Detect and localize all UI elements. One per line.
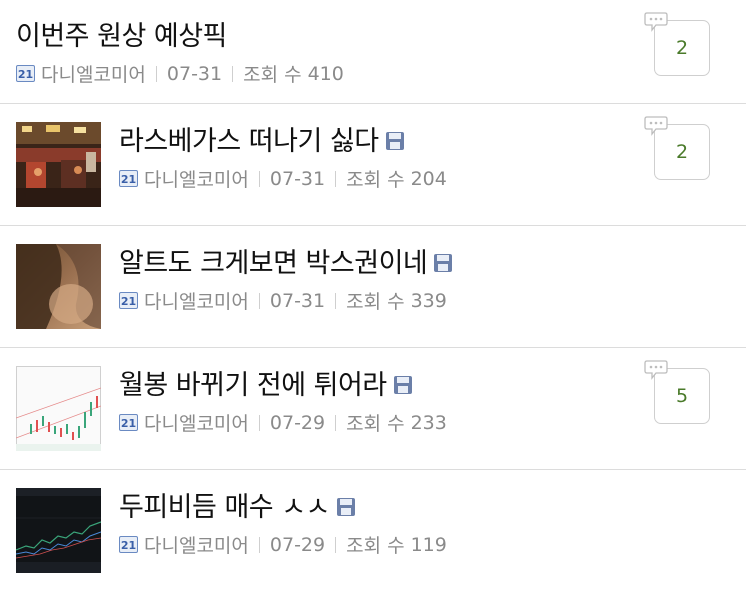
post-meta: 21 다니엘코미어 07-31 조회 수 339 <box>119 287 447 314</box>
views-label: 조회 수 <box>243 64 302 86</box>
member-level-icon: 21 <box>119 170 138 187</box>
member-level-icon: 21 <box>119 414 138 431</box>
post-item[interactable]: 알트도 크게보면 박스권이네 21 다니엘코미어 07-31 조회 수 339 <box>0 226 746 348</box>
post-item[interactable]: 월봉 바뀌기 전에 튀어라 21 다니엘코미어 07-29 조회 수 233 5 <box>0 348 746 470</box>
meta-divider <box>155 65 157 82</box>
comment-count-badge[interactable]: 5 <box>644 360 710 424</box>
post-title-text: 월봉 바뀌기 전에 튀어라 <box>119 370 387 401</box>
post-date: 07-31 <box>269 167 326 190</box>
post-title[interactable]: 라스베가스 떠나기 싫다 <box>119 119 405 158</box>
post-title-text: 라스베가스 떠나기 싫다 <box>119 126 379 157</box>
image-attachment-icon <box>434 253 453 272</box>
post-author[interactable]: 다니엘코미어 <box>144 165 249 192</box>
post-title[interactable]: 월봉 바뀌기 전에 튀어라 <box>119 363 413 402</box>
member-level-icon: 21 <box>119 292 138 309</box>
post-item[interactable]: 라스베가스 떠나기 싫다 21 다니엘코미어 07-31 조회 수 204 2 <box>0 104 746 226</box>
meta-divider <box>232 65 234 82</box>
image-attachment-icon <box>393 375 412 394</box>
post-title-text: 알트도 크게보면 박스권이네 <box>119 248 428 279</box>
post-date: 07-29 <box>269 533 326 556</box>
post-author[interactable]: 다니엘코미어 <box>144 531 249 558</box>
post-thumbnail[interactable] <box>16 122 101 207</box>
post-meta: 21 다니엘코미어 07-29 조회 수 119 <box>119 531 447 558</box>
comment-count: 5 <box>675 385 689 407</box>
post-meta: 21 다니엘코미어 07-31 조회 수 410 <box>16 60 344 87</box>
post-date: 07-29 <box>269 411 326 434</box>
image-attachment-icon <box>385 131 404 150</box>
meta-divider <box>258 170 260 187</box>
post-thumbnail[interactable] <box>16 244 101 329</box>
member-level-icon: 21 <box>119 536 138 553</box>
meta-divider <box>335 414 337 431</box>
meta-divider <box>258 292 260 309</box>
post-title[interactable]: 이번주 원상 예상픽 <box>16 14 227 53</box>
post-author[interactable]: 다니엘코미어 <box>144 409 249 436</box>
views-label: 조회 수 <box>346 413 405 435</box>
views-count: 410 <box>307 62 344 85</box>
image-attachment-icon <box>336 497 355 516</box>
meta-divider <box>258 414 260 431</box>
meta-divider <box>335 292 337 309</box>
views-count: 339 <box>410 289 447 312</box>
comment-count: 2 <box>675 141 689 163</box>
meta-divider <box>258 536 260 553</box>
post-list: 이번주 원상 예상픽 21 다니엘코미어 07-31 조회 수 410 2 라스… <box>0 0 746 594</box>
post-title[interactable]: 알트도 크게보면 박스권이네 <box>119 241 453 280</box>
post-item[interactable]: 두피비듬 매수 ㅅㅅ 21 다니엘코미어 07-29 조회 수 119 <box>0 470 746 594</box>
comment-bubble-icon <box>644 116 668 136</box>
post-date: 07-31 <box>166 62 223 85</box>
views-label: 조회 수 <box>346 535 405 557</box>
post-thumbnail[interactable] <box>16 488 101 573</box>
comment-count-badge[interactable]: 2 <box>644 116 710 180</box>
post-author[interactable]: 다니엘코미어 <box>41 60 146 87</box>
post-title[interactable]: 두피비듬 매수 ㅅㅅ <box>119 485 356 524</box>
views-label: 조회 수 <box>346 291 405 313</box>
post-thumbnail[interactable] <box>16 366 101 451</box>
post-item[interactable]: 이번주 원상 예상픽 21 다니엘코미어 07-31 조회 수 410 2 <box>0 0 746 104</box>
views-label: 조회 수 <box>346 169 405 191</box>
views-count: 233 <box>410 411 447 434</box>
views-count: 204 <box>410 167 447 190</box>
post-author[interactable]: 다니엘코미어 <box>144 287 249 314</box>
post-meta: 21 다니엘코미어 07-29 조회 수 233 <box>119 409 447 436</box>
post-title-text: 두피비듬 매수 ㅅㅅ <box>119 492 330 523</box>
comment-bubble-icon <box>644 12 668 32</box>
meta-divider <box>335 536 337 553</box>
post-meta: 21 다니엘코미어 07-31 조회 수 204 <box>119 165 447 192</box>
meta-divider <box>335 170 337 187</box>
comment-count-badge[interactable]: 2 <box>644 12 710 76</box>
comment-count: 2 <box>675 37 689 59</box>
post-date: 07-31 <box>269 289 326 312</box>
comment-bubble-icon <box>644 360 668 380</box>
member-level-icon: 21 <box>16 65 35 82</box>
views-count: 119 <box>410 533 447 556</box>
